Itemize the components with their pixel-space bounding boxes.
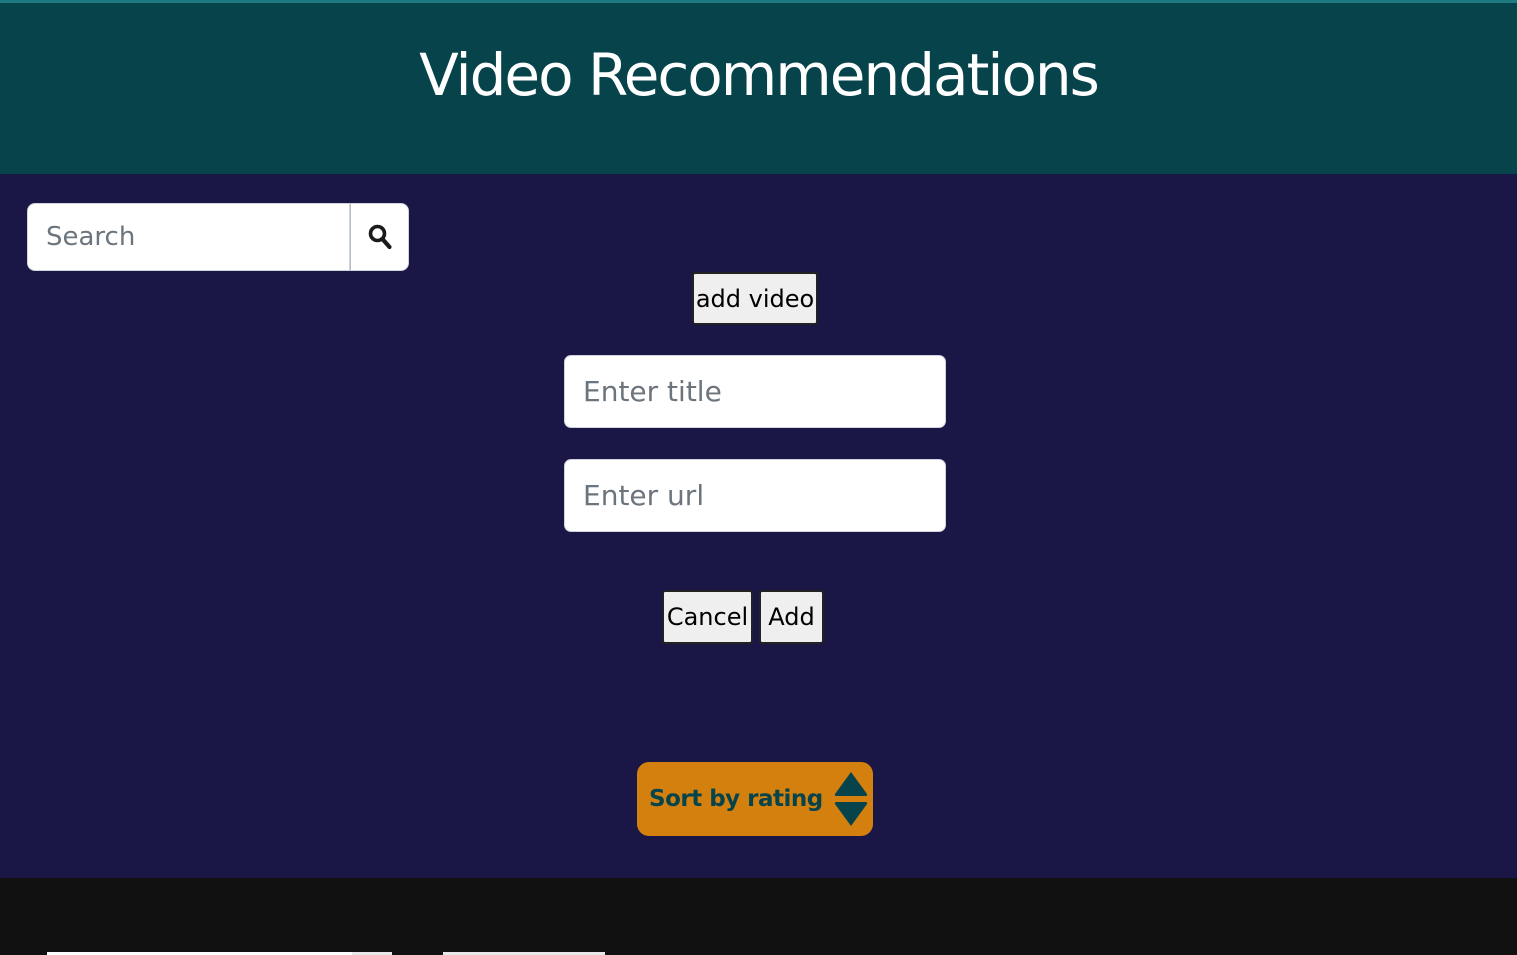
sort-by-rating-button[interactable]: Sort by rating (637, 762, 873, 836)
page-title: Video Recommendations (419, 41, 1100, 109)
sort-icon (833, 770, 869, 828)
cancel-button[interactable]: Cancel (662, 590, 753, 644)
search-button[interactable] (350, 203, 409, 271)
page-header: Video Recommendations (0, 3, 1517, 174)
search-icon (368, 224, 392, 250)
url-input[interactable] (564, 459, 946, 532)
add-button[interactable]: Add (759, 590, 824, 644)
sort-button-label: Sort by rating (649, 786, 823, 812)
page: Video Recommendations add video Cancel A… (0, 0, 1517, 955)
search-input[interactable] (27, 203, 350, 271)
title-input[interactable] (564, 355, 946, 428)
main-content: add video Cancel Add Sort by rating (0, 174, 1517, 878)
search-group (27, 203, 409, 271)
add-video-button[interactable]: add video (692, 272, 818, 325)
page-footer (0, 878, 1517, 955)
